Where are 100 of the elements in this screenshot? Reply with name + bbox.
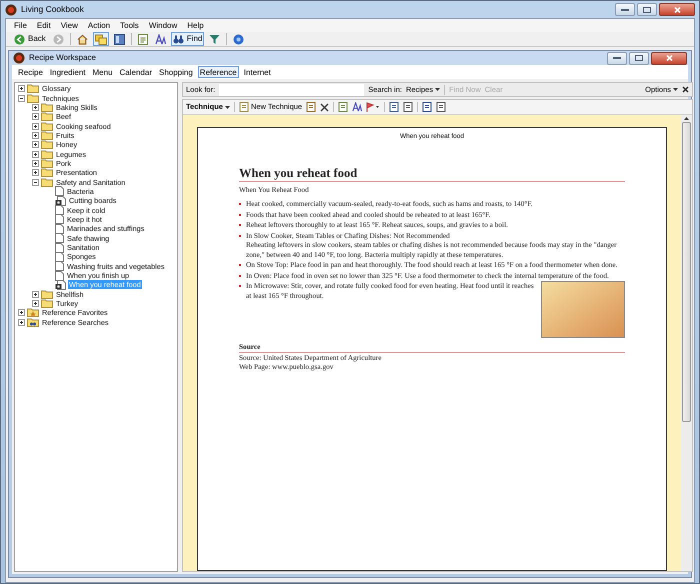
- panel-button[interactable]: [112, 32, 127, 46]
- page-icon: [55, 214, 64, 224]
- close-button[interactable]: [651, 52, 687, 64]
- export-icon: [436, 102, 446, 112]
- new-page-icon: [238, 102, 249, 112]
- caret-icon: [224, 106, 230, 108]
- folder-icon: [27, 94, 39, 103]
- folder-icon: [41, 168, 53, 178]
- expand-toggle[interactable]: [18, 85, 25, 92]
- close-icon: [666, 55, 672, 61]
- scroll-thumb[interactable]: [682, 122, 691, 422]
- expand-toggle[interactable]: [18, 318, 25, 326]
- flag-icon[interactable]: [366, 102, 380, 112]
- folder-icon: [41, 122, 53, 131]
- workspace-tab[interactable]: Recipe: [16, 66, 45, 78]
- expand-toggle[interactable]: [32, 113, 39, 120]
- page-icon: [55, 270, 64, 281]
- menu-item[interactable]: View: [60, 20, 78, 32]
- page-icon: [55, 242, 64, 253]
- look-for-field[interactable]: [219, 84, 364, 96]
- filter-button[interactable]: [207, 32, 222, 46]
- expand-toggle[interactable]: [32, 160, 39, 167]
- maximize-button[interactable]: [637, 3, 657, 16]
- note-icon: [338, 102, 348, 112]
- workspace-tab[interactable]: Shopping: [156, 66, 195, 78]
- page-icon: [55, 224, 64, 234]
- expand-toggle[interactable]: [18, 309, 25, 316]
- folder-icon: [41, 290, 53, 299]
- folder-icon: [41, 150, 53, 159]
- page-icon: [55, 205, 64, 216]
- letters-icon[interactable]: [352, 102, 362, 112]
- menu-item[interactable]: Window: [148, 20, 178, 32]
- document-title: When you reheat food: [239, 166, 625, 182]
- expand-toggle[interactable]: [32, 300, 39, 308]
- collapse-toggle[interactable]: [32, 178, 39, 186]
- help-button[interactable]: [231, 32, 246, 46]
- note-icon: [138, 34, 148, 44]
- workspace-tab[interactable]: Calendar: [118, 66, 154, 78]
- page-icon: [55, 186, 64, 196]
- home-button[interactable]: [74, 32, 90, 46]
- close-icon[interactable]: [682, 86, 689, 93]
- app-logo-icon: [5, 4, 17, 16]
- panel-icon: [114, 34, 125, 44]
- caret-icon: [673, 88, 678, 91]
- folder-with-binoculars-icon: [27, 318, 39, 327]
- workspace-tab[interactable]: Ingredient: [48, 66, 88, 78]
- expand-toggle[interactable]: [32, 132, 39, 139]
- print-icon: [403, 102, 414, 112]
- copy-icon: [422, 102, 432, 112]
- workspace-tab[interactable]: Reference: [198, 66, 239, 78]
- folders-icon: [94, 34, 107, 44]
- menu-item[interactable]: File: [14, 20, 27, 32]
- folder-icon: [41, 102, 53, 112]
- menu-item[interactable]: Tools: [120, 20, 139, 32]
- minimize-button[interactable]: [607, 52, 627, 64]
- page-with-camera-icon: [55, 280, 66, 290]
- scroll-up-icon: [684, 117, 689, 120]
- collapse-toggle[interactable]: [18, 94, 25, 102]
- folder-icon: [27, 84, 39, 94]
- find-button[interactable]: Find: [170, 32, 204, 46]
- folder-icon: [41, 130, 53, 140]
- folder-icon: [41, 178, 53, 187]
- folder-with-star-icon: [27, 308, 39, 318]
- font-button[interactable]: [152, 32, 168, 46]
- expand-toggle[interactable]: [32, 122, 39, 130]
- expand-toggle[interactable]: [32, 141, 39, 148]
- window-title: Living Cookbook: [21, 3, 85, 16]
- home-icon: [76, 34, 88, 44]
- expand-toggle[interactable]: [32, 290, 39, 298]
- folder-icon: [41, 299, 53, 308]
- back-button[interactable]: Back: [12, 32, 48, 46]
- close-icon: [674, 6, 680, 12]
- folder-icon: [41, 158, 53, 168]
- workspace-tab[interactable]: Internet: [242, 66, 273, 78]
- app-logo-icon: [13, 52, 25, 64]
- menu-item[interactable]: Action: [88, 20, 110, 32]
- workspace-tab[interactable]: Menu: [90, 66, 115, 78]
- folder-icon: [41, 112, 53, 122]
- expand-toggle[interactable]: [32, 169, 39, 176]
- folder-icon: [41, 140, 53, 150]
- delete-icon[interactable]: [320, 102, 330, 112]
- folders-button[interactable]: [92, 32, 109, 46]
- maximize-button[interactable]: [629, 52, 649, 64]
- menu-item[interactable]: Help: [187, 20, 204, 32]
- minimize-button[interactable]: [615, 3, 635, 16]
- note-button[interactable]: [136, 32, 150, 46]
- binoculars-icon: [172, 34, 184, 44]
- letters-icon: [154, 34, 166, 44]
- page-with-camera-icon: [55, 196, 66, 206]
- expand-toggle[interactable]: [32, 104, 39, 111]
- page-icon: [55, 233, 64, 244]
- page-icon: [55, 261, 64, 272]
- edit-icon: [306, 102, 316, 112]
- caret-icon: [435, 88, 440, 91]
- print-preview-icon: [389, 102, 400, 112]
- expand-toggle[interactable]: [32, 150, 39, 158]
- close-button[interactable]: [659, 3, 695, 16]
- menu-item[interactable]: Edit: [36, 20, 51, 32]
- help-icon: [233, 34, 244, 44]
- page-icon: [55, 252, 64, 262]
